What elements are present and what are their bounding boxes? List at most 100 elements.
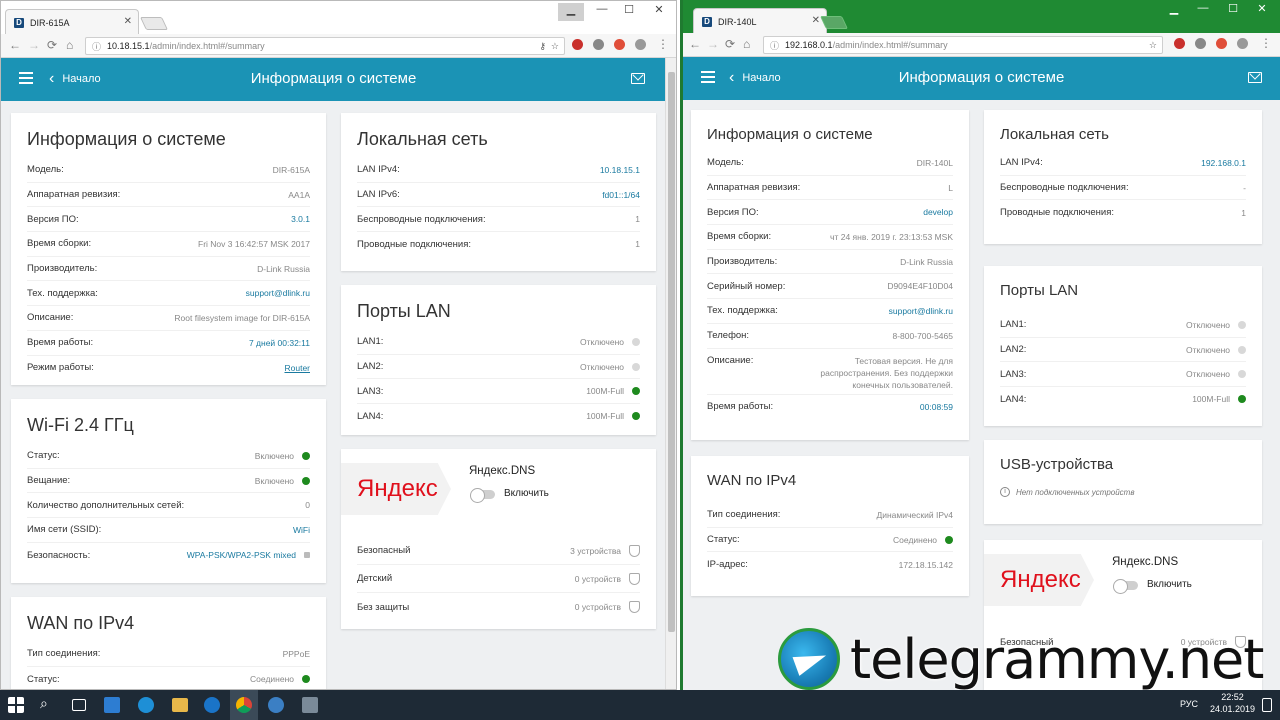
key-icon[interactable]: ⚷ xyxy=(539,41,546,52)
store-icon[interactable] xyxy=(104,697,120,713)
shield-icon xyxy=(629,544,640,557)
lan-ipv6-link[interactable]: fd01::1/64 xyxy=(602,190,640,200)
ublock-extension-icon[interactable] xyxy=(572,39,583,50)
close-window-icon[interactable]: ✕ xyxy=(1249,2,1275,20)
extension-globe-icon[interactable] xyxy=(593,39,604,50)
close-window-icon[interactable]: ✕ xyxy=(646,3,672,21)
keyboard-language[interactable]: РУС xyxy=(1180,699,1198,709)
row-value: 172.18.15.142 xyxy=(898,559,953,570)
row-key: Беспроводные подключения: xyxy=(357,213,486,225)
user-icon[interactable]: ▁ xyxy=(1161,2,1187,20)
info-row: Серийный номер: D9094E4F10D04 xyxy=(707,274,953,300)
row-value: Root filesystem image for DIR-615A xyxy=(174,312,310,323)
more-menu-icon[interactable]: ⋮ xyxy=(1260,36,1272,50)
url-path: /admin/index.html#/summary xyxy=(149,41,265,51)
address-bar: ← → ⟳ ⌂ ⓘ 10.18.15.1/admin/index.html#/s… xyxy=(1,34,676,58)
clock[interactable]: 22:52 24.01.2019 xyxy=(1210,692,1255,714)
notifications-icon[interactable] xyxy=(1262,698,1272,712)
maximize-icon[interactable]: ☐ xyxy=(616,3,642,21)
url-host: 192.168.0.1 xyxy=(785,40,833,50)
card-title: WAN по IPv4 xyxy=(707,472,797,489)
reload-icon[interactable]: ⟳ xyxy=(47,38,57,52)
url-input[interactable]: ⓘ 10.18.15.1/admin/index.html#/summary ⚷… xyxy=(85,37,565,55)
status-on-icon xyxy=(302,451,310,460)
card-title: Информация о системе xyxy=(707,126,873,143)
reload-icon[interactable]: ⟳ xyxy=(725,37,735,51)
extension-globe-icon[interactable] xyxy=(1195,38,1206,49)
extension-icon[interactable] xyxy=(635,39,646,50)
support-email-link[interactable]: support@dlink.ru xyxy=(889,306,953,316)
close-tab-icon[interactable]: ✕ xyxy=(124,16,132,27)
yandex-dns-title: Яндекс.DNS xyxy=(469,465,536,477)
status-on-icon xyxy=(302,476,310,485)
wan-card: WAN по IPv4 Тип соединения: Динамический … xyxy=(691,456,969,596)
info-row: LAN IPv6: fd01::1/64 xyxy=(357,183,640,208)
row-key: LAN4: xyxy=(1000,393,1027,405)
lan-ipv4-link[interactable]: 10.18.15.1 xyxy=(600,165,640,175)
yandex-dns-toggle[interactable] xyxy=(1113,579,1138,594)
info-icon[interactable]: ⓘ xyxy=(92,40,101,53)
forward-arrow-icon[interactable]: → xyxy=(28,38,40,52)
new-tab-button[interactable] xyxy=(819,16,849,29)
url-input[interactable]: ⓘ 192.168.0.1/admin/index.html#/summary … xyxy=(763,36,1163,54)
browser-tab[interactable]: D DIR-140L ✕ xyxy=(693,8,827,34)
tab-title: DIR-615A xyxy=(30,17,70,28)
info-icon[interactable]: ⓘ xyxy=(770,39,779,52)
mode-link[interactable]: Router xyxy=(284,363,310,373)
extension-shield-icon[interactable] xyxy=(614,39,625,50)
forward-arrow-icon[interactable]: → xyxy=(707,37,719,51)
more-menu-icon[interactable]: ⋮ xyxy=(657,37,669,51)
close-tab-icon[interactable]: ✕ xyxy=(812,15,820,26)
app-icon[interactable] xyxy=(302,697,318,713)
status-off-icon xyxy=(1238,345,1246,354)
child-icon xyxy=(629,572,640,585)
yandex-dns-toggle[interactable] xyxy=(470,488,495,503)
user-icon[interactable]: ▁ xyxy=(558,3,584,21)
row-key: Время сборки: xyxy=(707,231,772,243)
file-explorer-icon[interactable] xyxy=(172,698,188,712)
info-row: Модель: DIR-615A xyxy=(27,158,310,183)
scrollbar-thumb[interactable] xyxy=(668,72,675,632)
card-title: Локальная сеть xyxy=(1000,126,1109,143)
back-arrow-icon[interactable]: ← xyxy=(689,37,701,51)
ie-icon[interactable] xyxy=(204,697,220,713)
security-link[interactable]: WPA-PSK/WPA2-PSK mixed xyxy=(187,550,296,560)
ublock-extension-icon[interactable] xyxy=(1174,38,1185,49)
edge-icon[interactable] xyxy=(138,697,154,713)
chrome-taskbar-button[interactable] xyxy=(230,690,258,720)
firmware-version-link[interactable]: 3.0.1 xyxy=(291,214,310,224)
maximize-icon[interactable]: ☐ xyxy=(1220,2,1246,20)
extension-icon[interactable] xyxy=(1237,38,1248,49)
ssid-link[interactable]: WiFi xyxy=(293,525,310,535)
bookmark-star-icon[interactable]: ☆ xyxy=(551,41,559,52)
row-key: Телефон: xyxy=(707,330,750,342)
bookmark-star-icon[interactable]: ☆ xyxy=(1149,40,1157,51)
info-row: Статус: Соединено xyxy=(27,667,310,689)
start-windows-icon[interactable] xyxy=(8,697,24,713)
minimize-icon[interactable]: — xyxy=(1190,2,1216,20)
extension-shield-icon[interactable] xyxy=(1216,38,1227,49)
info-row: Аппаратная ревизия: L xyxy=(707,176,953,201)
lan-ipv4-link[interactable]: 192.168.0.1 xyxy=(1201,158,1246,168)
row-key: LAN4: xyxy=(357,410,384,422)
scrollbar[interactable] xyxy=(665,58,676,689)
firmware-version-link[interactable]: develop xyxy=(923,207,953,217)
port-row: LAN1: Отключено xyxy=(1000,313,1246,338)
home-icon[interactable]: ⌂ xyxy=(743,37,750,51)
mail-icon[interactable] xyxy=(1248,72,1262,83)
back-arrow-icon[interactable]: ← xyxy=(9,38,21,52)
search-icon[interactable]: ⌕ xyxy=(40,695,58,713)
new-tab-button[interactable] xyxy=(139,17,169,30)
task-view-icon[interactable] xyxy=(72,699,86,711)
row-value: Отключено xyxy=(1185,344,1230,355)
support-email-link[interactable]: support@dlink.ru xyxy=(246,288,310,298)
browser-tab[interactable]: D DIR-615A ✕ xyxy=(5,9,139,35)
row-value: PPPoE xyxy=(282,648,310,659)
row-key: Статус: xyxy=(27,450,60,462)
row-key: Тип соединения: xyxy=(707,509,781,521)
home-icon[interactable]: ⌂ xyxy=(66,38,73,52)
app-icon[interactable] xyxy=(268,697,284,713)
minimize-icon[interactable]: — xyxy=(589,3,615,21)
app-header: ‹ Начало Информация о системе xyxy=(683,57,1280,100)
mail-icon[interactable] xyxy=(631,73,645,84)
